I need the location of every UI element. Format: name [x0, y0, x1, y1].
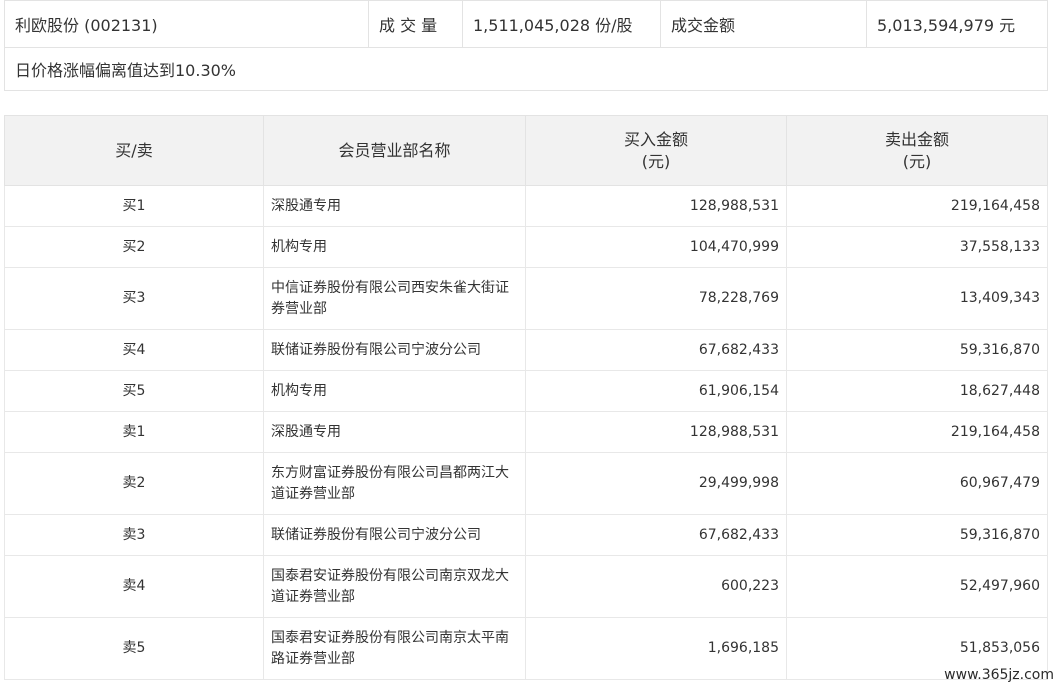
row-buy: 61,906,154 — [525, 370, 787, 412]
row-broker: 机构专用 — [263, 226, 526, 268]
table-row: 卖5 国泰君安证券股份有限公司南京太平南路证券营业部 1,696,185 51,… — [4, 617, 1048, 680]
row-sell: 60,967,479 — [786, 452, 1048, 515]
table-row: 买4 联储证券股份有限公司宁波分公司 67,682,433 59,316,870 — [4, 329, 1048, 371]
row-broker: 联储证券股份有限公司宁波分公司 — [263, 329, 526, 371]
row-broker: 机构专用 — [263, 370, 526, 412]
row-side: 卖3 — [4, 514, 264, 556]
header-sell-unit: (元) — [902, 151, 932, 171]
header-sell-label: 卖出金额 — [884, 129, 949, 149]
row-buy: 1,696,185 — [525, 617, 787, 680]
table-row: 卖2 东方财富证券股份有限公司昌都两江大道证券营业部 29,499,998 60… — [4, 452, 1048, 515]
row-broker: 国泰君安证券股份有限公司南京双龙大道证券营业部 — [263, 555, 526, 618]
table-row: 买1 深股通专用 128,988,531 219,164,458 — [4, 185, 1048, 227]
table-row: 买5 机构专用 61,906,154 18,627,448 — [4, 370, 1048, 412]
volume-label: 成 交 量 — [368, 0, 463, 48]
summary-table: 利欧股份 (002131) 成 交 量 1,511,045,028 份/股 成交… — [4, 0, 1048, 91]
row-buy: 67,682,433 — [525, 514, 787, 556]
row-buy: 128,988,531 — [525, 185, 787, 227]
row-side: 买5 — [4, 370, 264, 412]
row-broker: 东方财富证券股份有限公司昌都两江大道证券营业部 — [263, 452, 526, 515]
table-row: 卖4 国泰君安证券股份有限公司南京双龙大道证券营业部 600,223 52,49… — [4, 555, 1048, 618]
row-side: 卖4 — [4, 555, 264, 618]
row-buy: 67,682,433 — [525, 329, 787, 371]
row-buy: 104,470,999 — [525, 226, 787, 268]
table-row: 卖1 深股通专用 128,988,531 219,164,458 — [4, 411, 1048, 453]
row-broker: 深股通专用 — [263, 411, 526, 453]
row-broker: 深股通专用 — [263, 185, 526, 227]
row-broker: 中信证券股份有限公司西安朱雀大街证券营业部 — [263, 267, 526, 330]
row-buy: 29,499,998 — [525, 452, 787, 515]
row-side: 买2 — [4, 226, 264, 268]
amount-value: 5,013,594,979 元 — [866, 0, 1048, 48]
table-header-row: 买/卖 会员营业部名称 买入金额 (元) 卖出金额 (元) — [4, 115, 1048, 186]
header-buy-amount: 买入金额 (元) — [525, 115, 787, 186]
row-side: 买3 — [4, 267, 264, 330]
row-side: 卖1 — [4, 411, 264, 453]
row-sell: 18,627,448 — [786, 370, 1048, 412]
row-sell: 219,164,458 — [786, 185, 1048, 227]
stock-name: 利欧股份 (002131) — [4, 0, 369, 48]
row-sell: 13,409,343 — [786, 267, 1048, 330]
row-side: 卖5 — [4, 617, 264, 680]
header-side: 买/卖 — [4, 115, 264, 186]
row-side: 买1 — [4, 185, 264, 227]
row-side: 买4 — [4, 329, 264, 371]
row-sell: 37,558,133 — [786, 226, 1048, 268]
row-sell: 59,316,870 — [786, 329, 1048, 371]
header-buy-unit: (元) — [641, 151, 671, 171]
row-sell: 59,316,870 — [786, 514, 1048, 556]
header-sell-amount: 卖出金额 (元) — [786, 115, 1048, 186]
row-side: 卖2 — [4, 452, 264, 515]
broker-table: 买/卖 会员营业部名称 买入金额 (元) 卖出金额 (元) 买1 深股通专用 128… — [4, 115, 1048, 680]
listing-reason: 日价格涨幅偏离值达到10.30% — [4, 47, 1048, 91]
header-broker: 会员营业部名称 — [263, 115, 526, 186]
row-buy: 128,988,531 — [525, 411, 787, 453]
row-sell: 52,497,960 — [786, 555, 1048, 618]
row-buy: 78,228,769 — [525, 267, 787, 330]
row-broker: 联储证券股份有限公司宁波分公司 — [263, 514, 526, 556]
row-broker: 国泰君安证券股份有限公司南京太平南路证券营业部 — [263, 617, 526, 680]
table-row: 买3 中信证券股份有限公司西安朱雀大街证券营业部 78,228,769 13,4… — [4, 267, 1048, 330]
site-watermark: www.365jz.com — [944, 667, 1054, 683]
row-sell: 219,164,458 — [786, 411, 1048, 453]
amount-label: 成交金额 — [660, 0, 867, 48]
table-row: 买2 机构专用 104,470,999 37,558,133 — [4, 226, 1048, 268]
volume-value: 1,511,045,028 份/股 — [462, 0, 661, 48]
table-row: 卖3 联储证券股份有限公司宁波分公司 67,682,433 59,316,870 — [4, 514, 1048, 556]
row-buy: 600,223 — [525, 555, 787, 618]
header-buy-label: 买入金额 — [623, 129, 688, 149]
